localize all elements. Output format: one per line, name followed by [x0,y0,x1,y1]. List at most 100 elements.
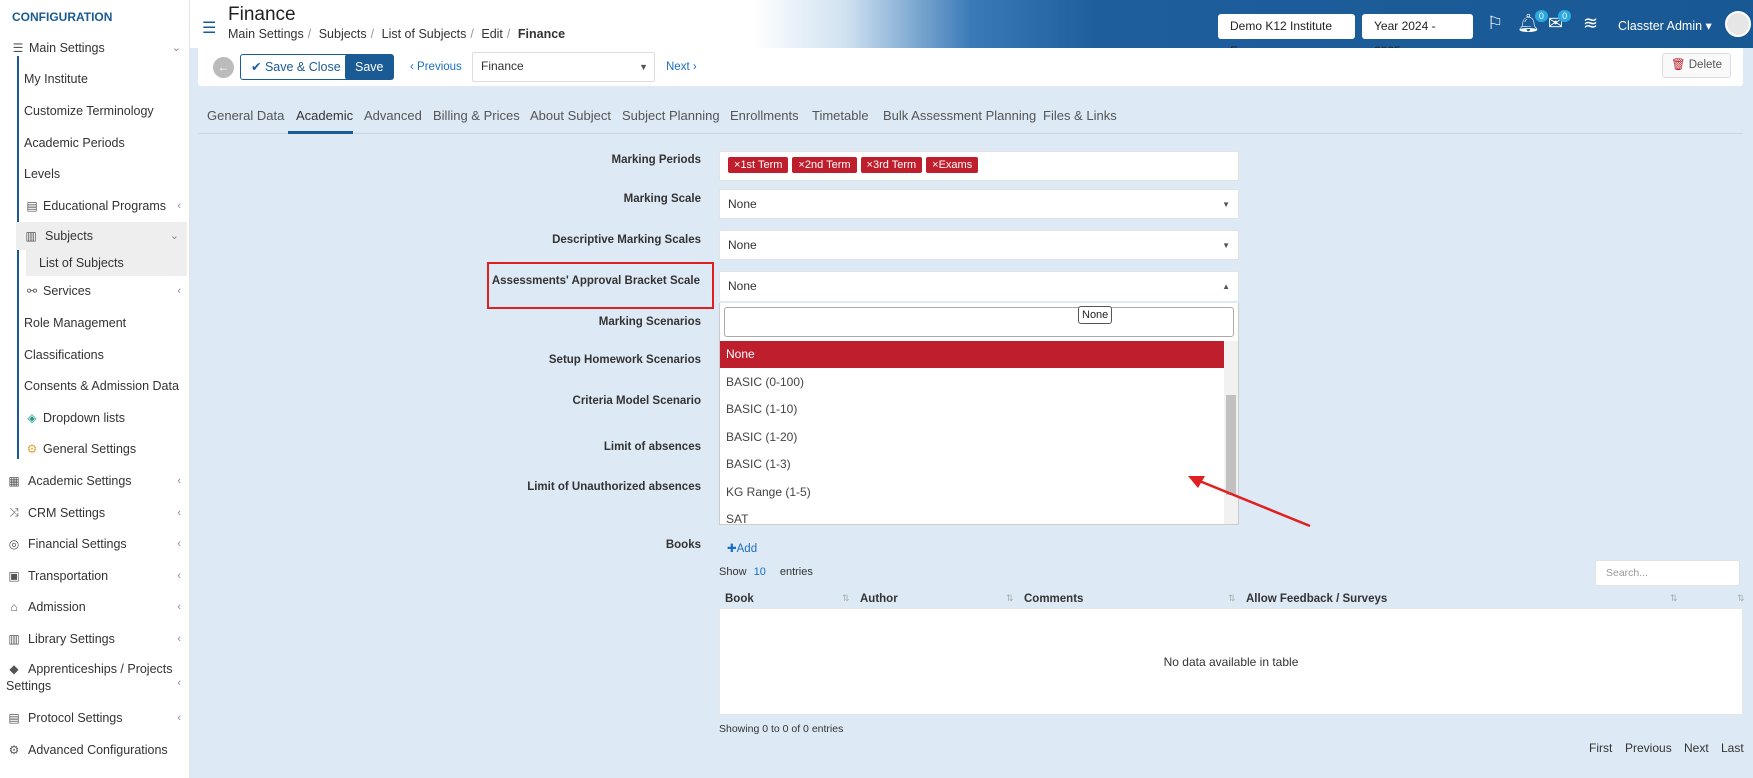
sidebar-item-dropdown-lists[interactable]: ◈ Dropdown lists [0,402,189,434]
avatar[interactable] [1725,11,1751,37]
delete-button[interactable]: 🗑︎ Delete [1661,53,1731,78]
tag-label: Exams [938,159,973,171]
sidebar-item-services[interactable]: ⚯ Services ‹ [0,276,189,308]
dropdown-option[interactable]: BASIC (1-20) [720,424,1225,451]
tag-3rd-term[interactable]: ×3rd Term [860,157,923,173]
breadcrumb-main-settings[interactable]: Main Settings [228,27,304,41]
col-header-allow-feedback[interactable]: Allow Feedback / Surveys [1246,593,1387,605]
dropdown-search-input[interactable] [724,307,1234,337]
tab-advanced[interactable]: Advanced [364,108,422,123]
sidebar-item-apprenticeships[interactable]: ◆ Apprenticeships / Projects Settings ‹ [0,655,189,703]
caret-down-icon: ▼ [1222,241,1230,250]
sidebar-item-educational-programs[interactable]: ▤ Educational Programs ‹ [0,190,189,222]
layers-stack-icon[interactable]: ≋ [1583,13,1598,34]
chevron-left-icon: ‹ [177,538,181,551]
tab-bulk-assessment-planning[interactable]: Bulk Assessment Planning [883,108,1036,123]
entries-count-select[interactable]: 10 [754,566,766,578]
dropdown-option[interactable]: BASIC (1-3) [720,451,1225,478]
dropdown-option[interactable]: BASIC (1-10) [720,396,1225,423]
sidebar-item-main-settings[interactable]: ☰ Main Settings ⌄ [0,32,189,64]
sort-icon[interactable]: ⇅ [1006,593,1014,604]
tab-enrollments[interactable]: Enrollments [730,108,799,123]
sidebar-item-general-settings[interactable]: ⚙ General Settings [0,434,189,466]
breadcrumb-subjects[interactable]: Subjects [319,27,367,41]
sidebar-item-crm-settings[interactable]: ⤨ CRM Settings ‹ [0,497,189,529]
descriptive-value: None [728,238,757,252]
bell-icon[interactable]: 🔔︎ 0 [1517,10,1548,34]
pager-previous[interactable]: Previous [1625,741,1672,755]
next-link[interactable]: Next › [666,61,697,73]
sidebar-item-protocol-settings[interactable]: ▤ Protocol Settings ‹ [0,703,189,735]
sort-icon[interactable]: ⇅ [842,593,850,604]
tag-2nd-term[interactable]: ×2nd Term [792,157,857,173]
dropdown-option[interactable]: KG Range (1-5) [720,479,1225,506]
delete-label: Delete [1688,59,1722,71]
subject-selector[interactable]: Finance ▼ [472,52,655,82]
pager-first[interactable]: First [1589,741,1612,755]
tag-1st-term[interactable]: ×1st Term [728,157,789,173]
sidebar-item-admission[interactable]: ⌂ Admission ‹ [0,592,189,624]
sidebar-item-library-settings[interactable]: ▥ Library Settings ‹ [0,623,189,655]
sidebar-item-levels[interactable]: Levels [0,158,189,190]
dropdown-option[interactable]: None [720,341,1225,368]
tab-subject-planning[interactable]: Subject Planning [622,108,720,123]
tab-files-links[interactable]: Files & Links [1043,108,1117,123]
tag-exams[interactable]: ×Exams [926,157,979,173]
sidebar-item-academic-periods[interactable]: Academic Periods [0,127,189,159]
sidebar-item-advanced-configurations[interactable]: ⚙ Advanced Configurations [0,734,189,766]
notifications-badge: 0 [1534,10,1548,22]
sidebar-item-customize-terminology[interactable]: Customize Terminology [0,95,189,127]
breadcrumb-edit[interactable]: Edit [481,27,503,41]
dropdown-option[interactable]: SAT [720,506,1225,524]
sidebar-item-classifications[interactable]: Classifications [0,339,189,371]
save-close-button[interactable]: ✔ Save & Close [240,54,352,80]
page-title: Finance [228,4,296,25]
sidebar-item-financial-settings[interactable]: ◎ Financial Settings ‹ [0,528,189,560]
breadcrumb-list-of-subjects[interactable]: List of Subjects [382,27,467,41]
sidebar-item-consents[interactable]: Consents & Admission Data [0,370,189,402]
sidebar-item-transportation[interactable]: ▣ Transportation ‹ [0,560,189,592]
sidebar-item-list-of-subjects[interactable]: List of Subjects [26,249,187,276]
user-menu[interactable]: Classter Admin ▾ [1618,18,1712,33]
marking-scale-select[interactable]: None ▼ [719,189,1239,219]
sort-icon[interactable]: ⇅ [1228,593,1236,604]
tab-general-data[interactable]: General Data [207,108,284,123]
col-header-comments[interactable]: Comments [1024,593,1083,605]
hamburger-menu-icon[interactable]: ☰ [202,18,216,38]
empty-table-message: No data available in table [1163,655,1299,669]
tab-about-subject[interactable]: About Subject [530,108,611,123]
back-arrow-icon[interactable]: ← [213,57,234,78]
pager-last[interactable]: Last [1721,741,1744,755]
marking-periods-label: Marking Periods [611,154,701,166]
dropdown-option[interactable]: BASIC (0-100) [720,369,1225,396]
tab-academic[interactable]: Academic [296,108,353,123]
sidebar-item-subjects[interactable]: ▥ Subjects ⌄ [16,221,187,250]
sidebar-item-academic-settings[interactable]: ▦ Academic Settings ‹ [0,465,189,497]
envelope-icon[interactable]: ✉ 0 [1548,10,1572,34]
flag-icon[interactable]: ⚐ [1487,13,1503,34]
check-icon: ✔ [251,60,262,74]
marking-periods-field[interactable]: ×1st Term ×2nd Term ×3rd Term ×Exams [719,151,1239,181]
homework-scenarios-label: Setup Homework Scenarios [548,354,701,366]
sidebar-item-my-institute[interactable]: My Institute [0,64,189,96]
caret-up-icon: ▲ [1222,282,1230,291]
sidebar-header: CONFIGURATION [12,10,113,24]
institute-selector[interactable]: Demo K12 Institute E [1218,14,1355,58]
col-header-author[interactable]: Author [860,593,898,605]
cube-icon: ◆ [9,661,19,676]
sort-icon[interactable]: ⇅ [1670,593,1678,604]
tab-billing-prices[interactable]: Billing & Prices [433,108,520,123]
previous-link[interactable]: ‹ Previous [410,61,462,73]
year-selector[interactable]: Year 2024 - 2025 ▾ [1362,14,1473,58]
save-button[interactable]: Save [345,54,394,80]
sidebar-item-label: My Institute [24,72,88,87]
descriptive-marking-scales-select[interactable]: None ▼ [719,230,1239,260]
add-book-button[interactable]: ✚Add [727,541,757,555]
pager-next[interactable]: Next [1684,741,1709,755]
approval-bracket-scale-select[interactable]: None ▲ [719,271,1239,301]
col-header-book[interactable]: Book [725,593,754,605]
sort-icon[interactable]: ⇅ [1737,593,1745,604]
sidebar-item-role-management[interactable]: Role Management [0,307,189,339]
books-search-input[interactable]: Search... [1595,560,1740,586]
tab-timetable[interactable]: Timetable [812,108,869,123]
